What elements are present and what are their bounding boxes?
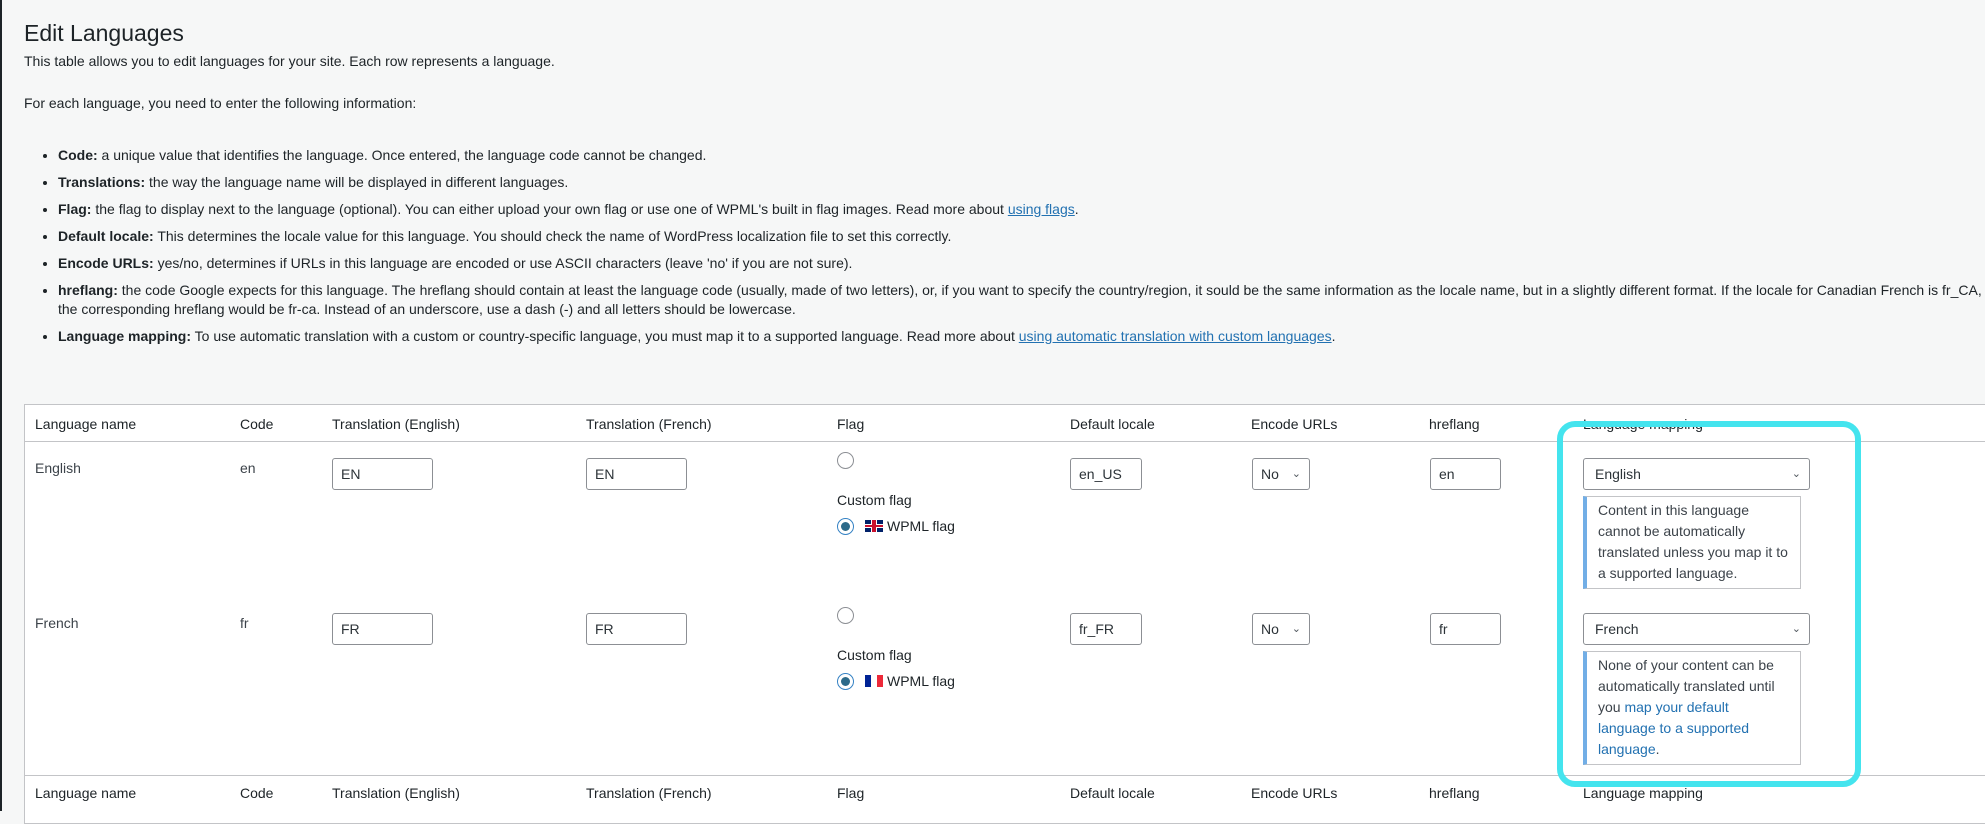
chevron-down-icon: ⌄ (1291, 468, 1301, 480)
chevron-down-icon: ⌄ (1791, 468, 1801, 480)
custom-flag-label: Custom flag (837, 647, 912, 663)
footer-divider (25, 775, 1985, 776)
help-item-flag: Flag: the flag to display next to the la… (58, 200, 1985, 219)
help-text: yes/no, determines if URLs in this langu… (153, 255, 853, 271)
help-term: Flag: (58, 201, 92, 217)
wpml-flag-label: WPML flag (887, 673, 955, 689)
using-flags-link[interactable]: using flags (1008, 201, 1075, 217)
mapping-notice: None of your content can be automaticall… (1583, 651, 1801, 765)
hreflang-input[interactable] (1430, 613, 1501, 645)
help-text: the flag to display next to the language… (91, 201, 1008, 217)
wpml-flag-label: WPML flag (887, 518, 955, 534)
default-locale-input[interactable] (1070, 613, 1142, 645)
help-item-encode: Encode URLs: yes/no, determines if URLs … (58, 254, 1985, 273)
intro-text-2: For each language, you need to enter the… (24, 95, 417, 111)
col-header-default-locale: Default locale (1070, 416, 1155, 432)
help-item-locale: Default locale: This determines the loca… (58, 227, 1985, 246)
mapping-notice-text: . (1655, 741, 1660, 757)
wpml-flag-radio[interactable] (837, 673, 854, 690)
chevron-down-icon: ⌄ (1291, 623, 1301, 635)
language-mapping-select[interactable]: English ⌄ (1583, 458, 1810, 490)
header-divider (25, 441, 1985, 442)
encode-urls-value: No (1261, 466, 1279, 482)
help-term: Code: (58, 147, 98, 163)
language-name-french: French (35, 615, 79, 631)
help-text: the code Google expects for this languag… (58, 282, 1982, 317)
language-name-english: English (35, 460, 81, 476)
col-footer-language-mapping: Language mapping (1583, 785, 1703, 801)
help-term: Language mapping: (58, 328, 191, 344)
help-list: Code: a unique value that identifies the… (24, 146, 1985, 354)
language-mapping-value: French (1595, 621, 1639, 637)
help-term: Default locale: (58, 228, 154, 244)
col-header-translation-french: Translation (French) (586, 416, 712, 432)
help-text: the way the language name will be displa… (145, 174, 569, 190)
col-header-language-name: Language name (35, 416, 137, 432)
help-item-hreflang: hreflang: the code Google expects for th… (58, 281, 1985, 319)
france-flag-icon (865, 675, 883, 687)
custom-flag-radio[interactable] (837, 607, 854, 624)
help-item-translations: Translations: the way the language name … (58, 173, 1985, 192)
help-text: . (1074, 201, 1079, 217)
custom-flag-radio[interactable] (837, 452, 854, 469)
help-term: hreflang: (58, 282, 118, 298)
col-header-hreflang: hreflang (1429, 416, 1480, 432)
help-term: Translations: (58, 174, 146, 190)
col-header-code: Code (240, 416, 274, 432)
languages-table: Language name Code Translation (English)… (24, 404, 1985, 824)
default-locale-input[interactable] (1070, 458, 1142, 490)
translation-english-input[interactable] (332, 613, 433, 645)
custom-flag-label: Custom flag (837, 492, 912, 508)
help-term: Encode URLs: (58, 255, 154, 271)
col-footer-translation-english: Translation (English) (332, 785, 460, 801)
col-header-flag: Flag (837, 416, 865, 432)
help-item-code: Code: a unique value that identifies the… (58, 146, 1985, 165)
language-mapping-select[interactable]: French ⌄ (1583, 613, 1810, 645)
col-header-encode-urls: Encode URLs (1251, 416, 1338, 432)
mapping-notice-text: Content in this language cannot be autom… (1598, 502, 1788, 581)
mapping-notice: Content in this language cannot be autom… (1583, 496, 1801, 589)
col-footer-default-locale: Default locale (1070, 785, 1155, 801)
col-footer-translation-french: Translation (French) (586, 785, 712, 801)
col-footer-encode-urls: Encode URLs (1251, 785, 1338, 801)
automatic-translation-link[interactable]: using automatic translation with custom … (1019, 328, 1332, 344)
translation-english-input[interactable] (332, 458, 433, 490)
translation-french-input[interactable] (586, 458, 687, 490)
chevron-down-icon: ⌄ (1791, 623, 1801, 635)
help-item-mapping: Language mapping: To use automatic trans… (58, 327, 1985, 346)
col-header-language-mapping: Language mapping (1583, 416, 1703, 432)
col-footer-flag: Flag (837, 785, 865, 801)
help-text: a unique value that identifies the langu… (97, 147, 707, 163)
help-text: To use automatic translation with a cust… (191, 328, 1019, 344)
col-footer-hreflang: hreflang (1429, 785, 1480, 801)
col-footer-language-name: Language name (35, 785, 137, 801)
admin-sidebar-edge (0, 0, 2, 811)
help-text: This determines the locale value for thi… (153, 228, 952, 244)
language-code-fr: fr (240, 615, 249, 631)
intro-text: This table allows you to edit languages … (24, 53, 555, 69)
encode-urls-value: No (1261, 621, 1279, 637)
hreflang-input[interactable] (1430, 458, 1501, 490)
translation-french-input[interactable] (586, 613, 687, 645)
encode-urls-select[interactable]: No ⌄ (1252, 613, 1310, 645)
uk-flag-icon (865, 520, 883, 532)
help-text: . (1331, 328, 1336, 344)
encode-urls-select[interactable]: No ⌄ (1252, 458, 1310, 490)
col-footer-code: Code (240, 785, 274, 801)
language-mapping-value: English (1595, 466, 1641, 482)
page-title: Edit Languages (24, 20, 184, 46)
wpml-flag-radio[interactable] (837, 518, 854, 535)
col-header-translation-english: Translation (English) (332, 416, 460, 432)
language-code-en: en (240, 460, 256, 476)
